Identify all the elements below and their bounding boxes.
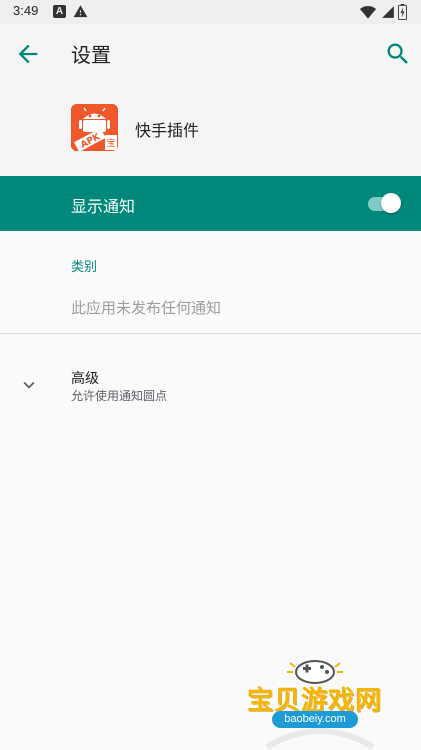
advanced-subtitle: 允许使用通知圆点: [71, 389, 168, 403]
show-notifications-row[interactable]: [0, 176, 421, 231]
warning-icon: [73, 5, 88, 18]
wifi-icon: [360, 6, 376, 19]
search-icon[interactable]: [384, 40, 412, 68]
app-header: [0, 80, 421, 176]
status-time: 3:49: [13, 3, 39, 18]
app-icon-badge: 宝: [106, 137, 115, 149]
notification-letter: A: [55, 6, 64, 17]
category-header: 类别: [71, 260, 98, 275]
advanced-title: 高级: [71, 371, 99, 387]
a-notification-icon: A: [53, 5, 66, 18]
battery-icon: [398, 4, 407, 20]
app-name: 快手插件: [135, 121, 200, 140]
no-notifications-text: 此应用未发布任何通知: [71, 299, 222, 317]
android-robot-icon: APK 宝: [71, 104, 118, 151]
app-icon: APK 宝: [71, 104, 118, 151]
toolbar: [0, 24, 421, 80]
arrow-back-icon[interactable]: [14, 40, 42, 68]
cell-signal-icon: [382, 6, 394, 18]
show-notifications-label: 显示通知: [71, 197, 136, 216]
divider: [0, 333, 421, 334]
advanced-row[interactable]: [0, 356, 421, 412]
page-title: 设置: [71, 43, 111, 67]
watermark-url: baobeiy.com: [272, 711, 358, 728]
toggle-thumb: [381, 193, 401, 213]
chevron-down-icon: [23, 381, 35, 389]
show-notifications-toggle[interactable]: [364, 193, 402, 213]
